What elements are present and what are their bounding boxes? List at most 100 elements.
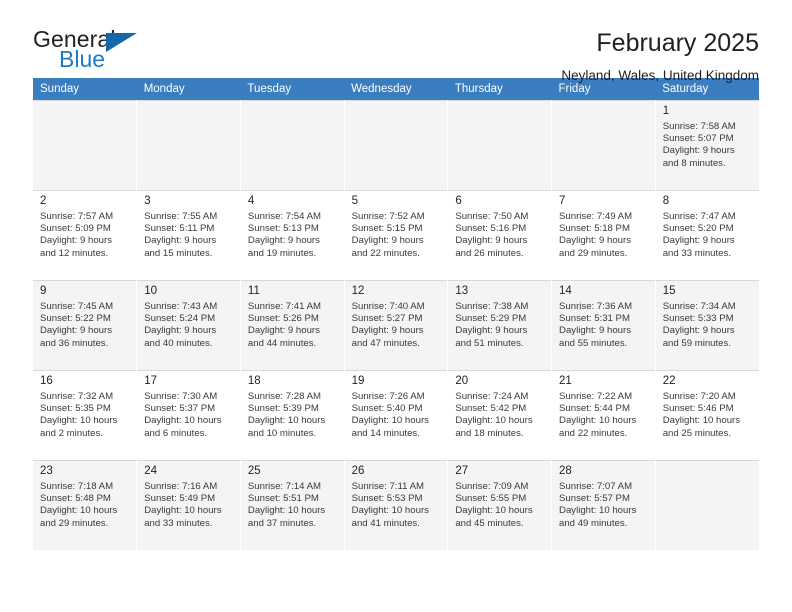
calendar-day-cell[interactable]: 22 Sunrise: 7:20 AM Sunset: 5:46 PM Dayligh… (655, 370, 759, 460)
daylight-text: Daylight: 10 hours and 45 minutes. (455, 505, 533, 529)
sunrise-text: Sunrise: 7:50 AM (455, 211, 529, 222)
sunrise-text: Sunrise: 7:28 AM (247, 391, 321, 402)
calendar-day-cell[interactable]: 27 Sunrise: 7:09 AM Sunset: 5:55 PM Dayligh… (447, 460, 553, 550)
day-number: 13 (455, 285, 469, 297)
sunrise-text: Sunrise: 7:49 AM (559, 211, 633, 222)
daylight-text: Daylight: 9 hours and 47 minutes. (351, 325, 424, 349)
day-sun-info: Sunrise: 7:43 AM Sunset: 5:24 PM Daylight:… (144, 301, 234, 350)
calendar-week-row: 2 Sunrise: 7:57 AM Sunset: 5:09 PM Daylight… (33, 190, 759, 280)
daylight-text: Daylight: 9 hours and 8 minutes. (662, 145, 735, 169)
sunrise-text: Sunrise: 7:34 AM (662, 301, 736, 312)
sunrise-text: Sunrise: 7:09 AM (455, 481, 529, 492)
calendar-day-cell[interactable]: 2 Sunrise: 7:57 AM Sunset: 5:09 PM Daylight… (33, 190, 138, 280)
sunset-text: Sunset: 5:31 PM (559, 313, 630, 325)
calendar-day-cell[interactable]: 24 Sunrise: 7:16 AM Sunset: 5:49 PM Dayligh… (136, 460, 241, 550)
day-sun-info: Sunrise: 7:32 AM Sunset: 5:35 PM Daylight:… (40, 391, 130, 440)
calendar-day-cell[interactable]: 15 Sunrise: 7:34 AM Sunset: 5:33 PM Dayligh… (655, 280, 759, 370)
calendar-cell-empty (33, 100, 138, 190)
sunrise-text: Sunrise: 7:32 AM (40, 391, 114, 402)
sunset-text: Sunset: 5:26 PM (247, 313, 319, 325)
daylight-text: Daylight: 9 hours and 12 minutes. (40, 235, 112, 259)
sunrise-text: Sunrise: 7:43 AM (144, 301, 218, 312)
page-title: February 2025 (596, 29, 759, 57)
calendar-day-cell[interactable]: 1 Sunrise: 7:58 AM Sunset: 5:07 PM Daylight… (655, 100, 759, 190)
blue-triangle-icon (106, 33, 137, 52)
day-sun-info: Sunrise: 7:16 AM Sunset: 5:49 PM Daylight:… (144, 481, 234, 530)
sunrise-text: Sunrise: 7:57 AM (40, 211, 114, 222)
day-number: 10 (144, 285, 157, 297)
sunset-text: Sunset: 5:18 PM (559, 223, 630, 235)
day-number: 22 (662, 375, 676, 387)
calendar-day-cell[interactable]: 14 Sunrise: 7:36 AM Sunset: 5:31 PM Dayligh… (551, 280, 656, 370)
calendar-week-row: 1 Sunrise: 7:58 AM Sunset: 5:07 PM Daylight… (33, 100, 759, 190)
calendar-cell-empty (551, 100, 656, 190)
day-sun-info: Sunrise: 7:30 AM Sunset: 5:37 PM Daylight:… (144, 391, 234, 440)
day-sun-info: Sunrise: 7:22 AM Sunset: 5:44 PM Daylight:… (559, 391, 649, 440)
day-number: 25 (247, 465, 261, 477)
calendar-day-cell[interactable]: 25 Sunrise: 7:14 AM Sunset: 5:51 PM Dayligh… (240, 460, 345, 550)
column-header-tuesday: Tuesday (240, 78, 345, 100)
daylight-text: Daylight: 9 hours and 36 minutes. (40, 325, 112, 349)
daylight-text: Daylight: 10 hours and 2 minutes. (40, 415, 118, 439)
day-number: 2 (40, 195, 47, 207)
calendar-week-row: 23 Sunrise: 7:18 AM Sunset: 5:48 PM Dayligh… (33, 460, 759, 550)
day-number: 5 (351, 195, 359, 207)
calendar-table: Sunday Monday Tuesday Wednesday Thursday… (33, 78, 759, 550)
general-blue-logo[interactable]: General Blue (33, 28, 153, 80)
day-number: 9 (40, 285, 47, 297)
day-number: 3 (144, 195, 151, 207)
calendar-day-cell[interactable]: 9 Sunrise: 7:45 AM Sunset: 5:22 PM Daylight… (33, 280, 138, 370)
day-sun-info: Sunrise: 7:24 AM Sunset: 5:42 PM Daylight:… (455, 391, 545, 440)
column-header-wednesday: Wednesday (344, 78, 448, 100)
day-sun-info: Sunrise: 7:11 AM Sunset: 5:53 PM Daylight:… (352, 481, 442, 530)
sunset-text: Sunset: 5:44 PM (559, 403, 630, 415)
page-subtitle: Neyland, Wales, United Kingdom (561, 67, 759, 83)
day-number: 17 (144, 375, 157, 387)
sunset-text: Sunset: 5:46 PM (662, 403, 734, 415)
calendar-day-cell[interactable]: 16 Sunrise: 7:32 AM Sunset: 5:35 PM Dayligh… (33, 370, 138, 460)
day-sun-info: Sunrise: 7:14 AM Sunset: 5:51 PM Daylight:… (248, 481, 338, 530)
day-sun-info: Sunrise: 7:57 AM Sunset: 5:09 PM Daylight:… (40, 211, 130, 260)
calendar-day-cell[interactable]: 10 Sunrise: 7:43 AM Sunset: 5:24 PM Dayligh… (136, 280, 241, 370)
calendar-page: General Blue February 2025 Neyland, Wale… (0, 0, 792, 612)
sunset-text: Sunset: 5:20 PM (662, 223, 734, 235)
calendar-day-cell[interactable]: 12 Sunrise: 7:40 AM Sunset: 5:27 PM Dayligh… (344, 280, 449, 370)
calendar-day-cell[interactable]: 4 Sunrise: 7:54 AM Sunset: 5:13 PM Daylight… (240, 190, 345, 280)
calendar-day-cell[interactable]: 26 Sunrise: 7:11 AM Sunset: 5:53 PM Dayligh… (344, 460, 449, 550)
calendar-day-cell[interactable]: 23 Sunrise: 7:18 AM Sunset: 5:48 PM Dayligh… (33, 460, 138, 550)
day-number: 1 (662, 105, 670, 117)
sunset-text: Sunset: 5:09 PM (40, 223, 111, 235)
calendar-day-cell[interactable]: 17 Sunrise: 7:30 AM Sunset: 5:37 PM Dayligh… (136, 370, 241, 460)
daylight-text: Daylight: 9 hours and 22 minutes. (351, 235, 424, 259)
calendar-day-cell[interactable]: 28 Sunrise: 7:07 AM Sunset: 5:57 PM Dayligh… (551, 460, 656, 550)
daylight-text: Daylight: 9 hours and 55 minutes. (559, 325, 632, 349)
daylight-text: Daylight: 10 hours and 33 minutes. (144, 505, 222, 529)
calendar-day-cell[interactable]: 6 Sunrise: 7:50 AM Sunset: 5:16 PM Daylight… (447, 190, 553, 280)
day-number: 14 (559, 285, 572, 297)
daylight-text: Daylight: 9 hours and 51 minutes. (455, 325, 528, 349)
sunrise-text: Sunrise: 7:52 AM (351, 211, 425, 222)
sunset-text: Sunset: 5:24 PM (144, 313, 216, 325)
daylight-text: Daylight: 10 hours and 6 minutes. (144, 415, 222, 439)
day-sun-info: Sunrise: 7:47 AM Sunset: 5:20 PM Daylight:… (663, 211, 753, 260)
sunrise-text: Sunrise: 7:36 AM (559, 301, 633, 312)
calendar-day-cell[interactable]: 8 Sunrise: 7:47 AM Sunset: 5:20 PM Daylight… (655, 190, 759, 280)
daylight-text: Daylight: 10 hours and 22 minutes. (559, 415, 637, 439)
calendar-day-cell[interactable]: 13 Sunrise: 7:38 AM Sunset: 5:29 PM Dayligh… (447, 280, 553, 370)
calendar-day-cell[interactable]: 3 Sunrise: 7:55 AM Sunset: 5:11 PM Daylight… (136, 190, 241, 280)
sunset-text: Sunset: 5:51 PM (247, 493, 319, 505)
calendar-day-cell[interactable]: 11 Sunrise: 7:41 AM Sunset: 5:26 PM Dayligh… (240, 280, 345, 370)
daylight-text: Daylight: 10 hours and 49 minutes. (559, 505, 637, 529)
calendar-day-cell[interactable]: 21 Sunrise: 7:22 AM Sunset: 5:44 PM Dayligh… (551, 370, 656, 460)
day-number: 12 (351, 285, 365, 297)
day-number: 28 (559, 465, 572, 477)
day-sun-info: Sunrise: 7:18 AM Sunset: 5:48 PM Daylight:… (40, 481, 130, 530)
calendar-day-cell[interactable]: 18 Sunrise: 7:28 AM Sunset: 5:39 PM Dayligh… (240, 370, 345, 460)
calendar-day-cell[interactable]: 7 Sunrise: 7:49 AM Sunset: 5:18 PM Daylight… (551, 190, 656, 280)
daylight-text: Daylight: 9 hours and 59 minutes. (662, 325, 735, 349)
calendar-day-cell[interactable]: 20 Sunrise: 7:24 AM Sunset: 5:42 PM Dayligh… (447, 370, 553, 460)
calendar-day-cell[interactable]: 19 Sunrise: 7:26 AM Sunset: 5:40 PM Dayligh… (344, 370, 449, 460)
calendar-day-cell[interactable]: 5 Sunrise: 7:52 AM Sunset: 5:15 PM Daylight… (344, 190, 449, 280)
day-number: 26 (351, 465, 365, 477)
day-number: 6 (455, 195, 462, 207)
